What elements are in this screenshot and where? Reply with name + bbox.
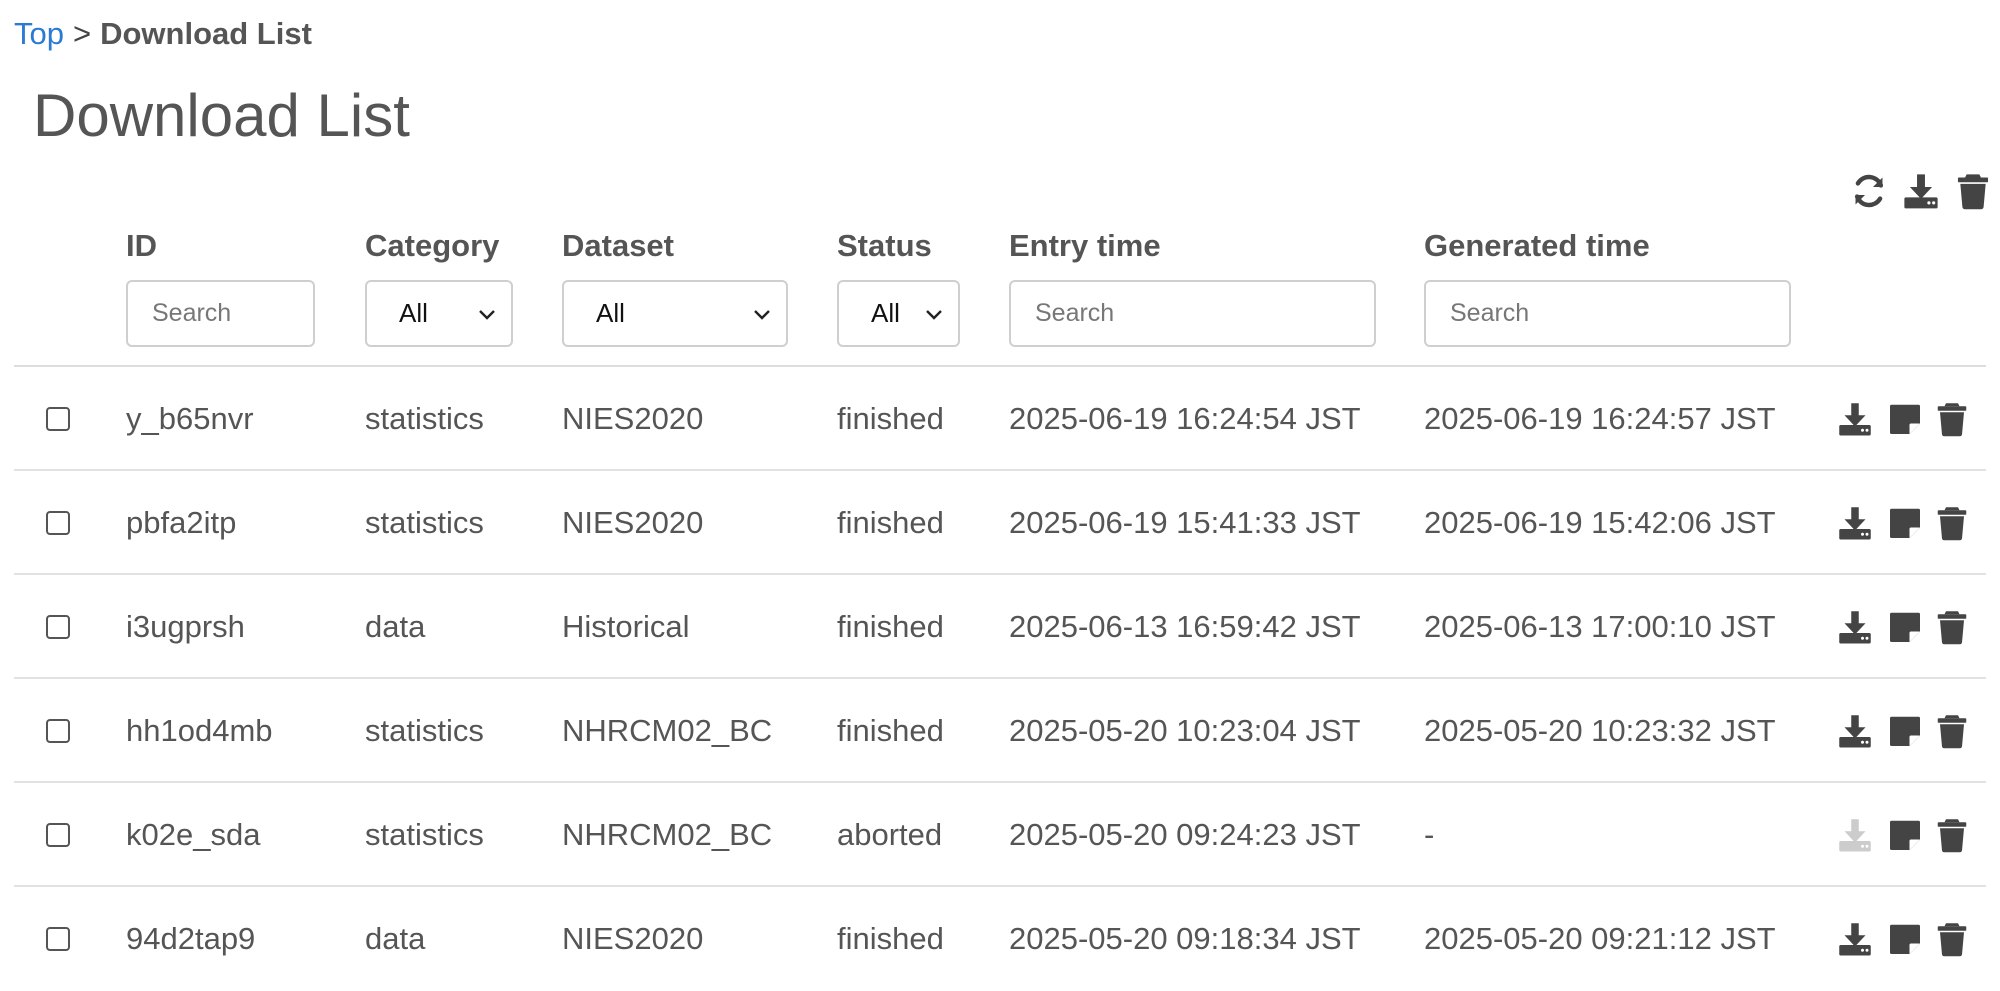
- row-note-icon[interactable]: [1887, 505, 1923, 541]
- cell-status: finished: [837, 609, 944, 644]
- row-checkbox[interactable]: [46, 927, 70, 951]
- row-note-icon[interactable]: [1887, 609, 1923, 645]
- chevron-down-icon: [479, 310, 495, 320]
- cell-generated-time: -: [1424, 817, 1435, 852]
- cell-status: finished: [837, 921, 944, 956]
- row-note-icon[interactable]: [1887, 817, 1923, 853]
- status-filter-select[interactable]: All: [837, 280, 960, 347]
- refresh-icon[interactable]: [1850, 172, 1888, 210]
- row-trash-icon[interactable]: [1934, 609, 1970, 645]
- cell-dataset: NIES2020: [562, 505, 704, 540]
- table-row: i3ugprsh data Historical finished 2025-0…: [14, 575, 1986, 679]
- table-row: 94d2tap9 data NIES2020 finished 2025-05-…: [14, 887, 1986, 991]
- dataset-filter-value: All: [596, 298, 625, 328]
- cell-generated-time: 2025-06-19 16:24:57 JST: [1424, 401, 1776, 436]
- column-header-entry-time: Entry time: [1009, 228, 1161, 263]
- row-checkbox[interactable]: [46, 719, 70, 743]
- cell-category: data: [365, 609, 426, 644]
- row-download-icon[interactable]: [1837, 401, 1873, 437]
- cell-entry-time: 2025-05-20 10:23:04 JST: [1009, 713, 1361, 748]
- row-checkbox[interactable]: [46, 615, 70, 639]
- cell-category: data: [365, 921, 426, 956]
- table-row: hh1od4mb statistics NHRCM02_BC finished …: [14, 679, 1986, 783]
- chevron-down-icon: [926, 310, 942, 320]
- cell-category: statistics: [365, 401, 484, 436]
- cell-entry-time: 2025-06-13 16:59:42 JST: [1009, 609, 1361, 644]
- status-filter-value: All: [871, 298, 900, 328]
- row-trash-icon[interactable]: [1934, 713, 1970, 749]
- row-download-icon[interactable]: [1837, 921, 1873, 957]
- entry-time-search-input[interactable]: [1009, 280, 1376, 347]
- row-trash-icon[interactable]: [1934, 505, 1970, 541]
- cell-status: finished: [837, 401, 944, 436]
- chevron-down-icon: [754, 310, 770, 320]
- column-header-status: Status: [837, 228, 932, 263]
- cell-category: statistics: [365, 817, 484, 852]
- cell-id: i3ugprsh: [126, 609, 245, 644]
- cell-generated-time: 2025-06-19 15:42:06 JST: [1424, 505, 1776, 540]
- cell-status: aborted: [837, 817, 943, 852]
- id-search-input[interactable]: [126, 280, 315, 347]
- cell-id: y_b65nvr: [126, 401, 254, 436]
- cell-dataset: NHRCM02_BC: [562, 713, 773, 748]
- cell-generated-time: 2025-06-13 17:00:10 JST: [1424, 609, 1776, 644]
- cell-entry-time: 2025-05-20 09:18:34 JST: [1009, 921, 1361, 956]
- category-filter-value: All: [399, 298, 428, 328]
- row-checkbox[interactable]: [46, 823, 70, 847]
- breadcrumb-current: Download List: [100, 16, 312, 51]
- row-download-icon[interactable]: [1837, 609, 1873, 645]
- cell-entry-time: 2025-05-20 09:24:23 JST: [1009, 817, 1361, 852]
- table-row: pbfa2itp statistics NIES2020 finished 20…: [14, 471, 1986, 575]
- row-note-icon[interactable]: [1887, 401, 1923, 437]
- row-trash-icon[interactable]: [1934, 401, 1970, 437]
- table-row: y_b65nvr statistics NIES2020 finished 20…: [14, 367, 1986, 471]
- cell-generated-time: 2025-05-20 09:21:12 JST: [1424, 921, 1776, 956]
- cell-id: pbfa2itp: [126, 505, 237, 540]
- column-header-dataset: Dataset: [562, 228, 674, 263]
- cell-entry-time: 2025-06-19 15:41:33 JST: [1009, 505, 1361, 540]
- row-checkbox[interactable]: [46, 511, 70, 535]
- cell-generated-time: 2025-05-20 10:23:32 JST: [1424, 713, 1776, 748]
- trash-all-icon[interactable]: [1954, 172, 1992, 210]
- table-row: k02e_sda statistics NHRCM02_BC aborted 2…: [14, 783, 1986, 887]
- row-download-icon[interactable]: [1837, 505, 1873, 541]
- breadcrumb: Top > Download List: [14, 14, 312, 54]
- cell-category: statistics: [365, 505, 484, 540]
- cell-status: finished: [837, 505, 944, 540]
- column-header-generated-time: Generated time: [1424, 228, 1650, 263]
- cell-dataset: NIES2020: [562, 401, 704, 436]
- column-header-id: ID: [126, 228, 157, 263]
- row-checkbox[interactable]: [46, 407, 70, 431]
- row-note-icon[interactable]: [1887, 921, 1923, 957]
- row-trash-icon[interactable]: [1934, 921, 1970, 957]
- row-download-icon[interactable]: [1837, 713, 1873, 749]
- row-download-icon-disabled: [1837, 817, 1873, 853]
- row-trash-icon[interactable]: [1934, 817, 1970, 853]
- row-note-icon[interactable]: [1887, 713, 1923, 749]
- cell-dataset: NIES2020: [562, 921, 704, 956]
- cell-id: k02e_sda: [126, 817, 261, 852]
- cell-id: hh1od4mb: [126, 713, 273, 748]
- table-toolbar: [1850, 172, 1995, 212]
- cell-dataset: Historical: [562, 609, 690, 644]
- breadcrumb-top-link[interactable]: Top: [14, 16, 64, 51]
- breadcrumb-separator: >: [72, 16, 92, 51]
- cell-id: 94d2tap9: [126, 921, 256, 956]
- cell-status: finished: [837, 713, 944, 748]
- column-header-category: Category: [365, 228, 500, 263]
- dataset-filter-select[interactable]: All: [562, 280, 788, 347]
- generated-time-search-input[interactable]: [1424, 280, 1791, 347]
- cell-dataset: NHRCM02_BC: [562, 817, 773, 852]
- cell-category: statistics: [365, 713, 484, 748]
- category-filter-select[interactable]: All: [365, 280, 513, 347]
- page-title: Download List: [33, 82, 410, 149]
- download-all-icon[interactable]: [1902, 172, 1940, 210]
- cell-entry-time: 2025-06-19 16:24:54 JST: [1009, 401, 1361, 436]
